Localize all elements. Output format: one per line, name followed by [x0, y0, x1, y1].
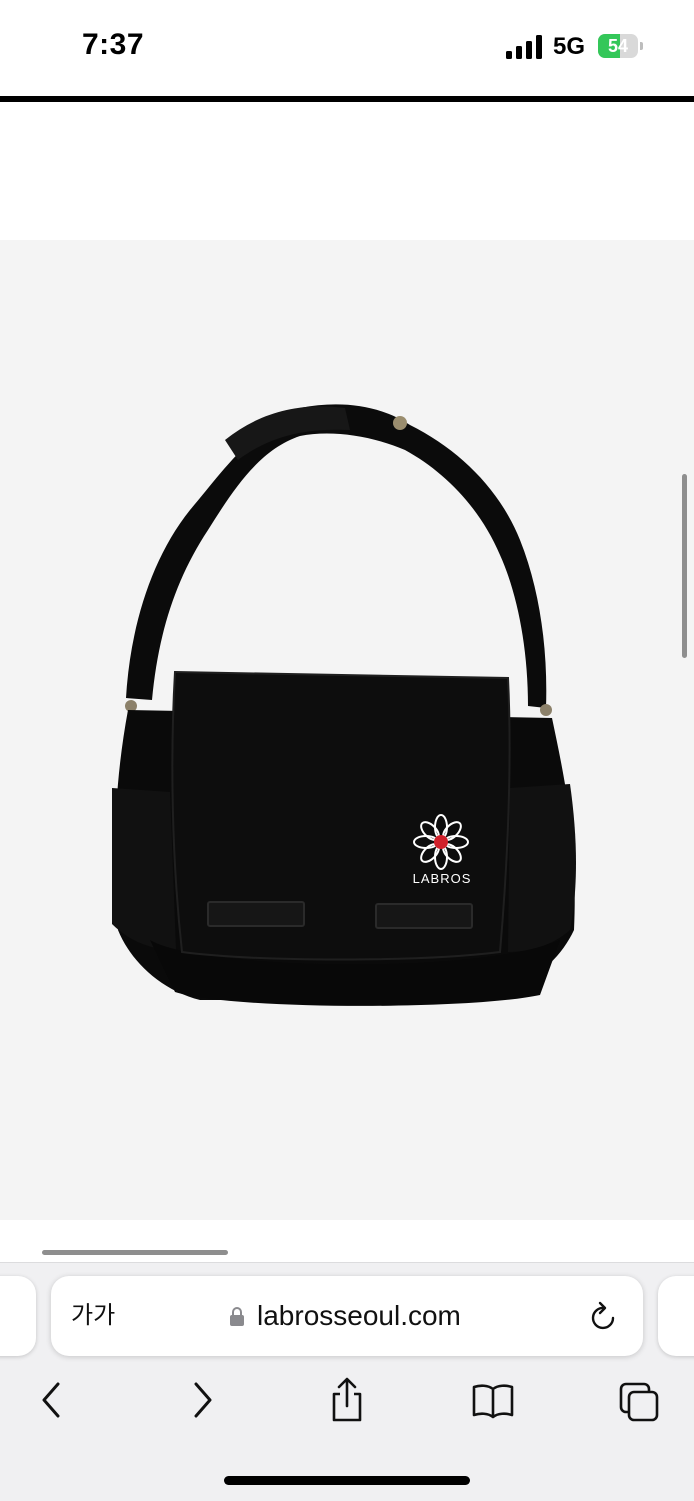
flap-strap-left [207, 901, 305, 927]
status-bar: 7:37 5G 54 [0, 0, 694, 96]
battery-icon: 54 [598, 34, 638, 58]
signal-icon [506, 35, 544, 59]
url-text: labrosseoul.com [257, 1300, 461, 1331]
strap-buckle-top [393, 416, 407, 430]
battery-tip [640, 42, 643, 50]
strap-buckle-right [540, 704, 552, 716]
brand-embroidery: LABROS [413, 871, 472, 886]
product-image: LABROS [112, 404, 576, 1006]
lock-icon [230, 1307, 244, 1326]
vertical-scrollbar[interactable] [682, 474, 687, 658]
bookmarks-icon[interactable] [471, 1374, 515, 1426]
home-indicator [224, 1476, 470, 1485]
url-field[interactable]: labrosseoul.com [229, 1276, 461, 1356]
bag-body [112, 670, 576, 1006]
previous-tab-peek[interactable] [0, 1276, 36, 1356]
back-icon[interactable] [30, 1374, 74, 1426]
bag-strap [126, 404, 547, 708]
address-bar[interactable]: 가가 labrosseoul.com [51, 1276, 643, 1356]
next-tab-peek[interactable] [658, 1276, 694, 1356]
reload-icon[interactable] [589, 1300, 619, 1332]
image-carousel-track [0, 1220, 694, 1262]
product-image-area[interactable]: LABROS [0, 240, 694, 1220]
battery-level: 54 [607, 36, 629, 56]
flap-strap-right [375, 903, 473, 929]
forward-icon[interactable] [180, 1374, 224, 1426]
status-time: 7:37 [82, 28, 145, 61]
image-carousel-indicator[interactable] [42, 1250, 228, 1255]
header-divider [0, 96, 694, 102]
share-icon[interactable] [325, 1374, 369, 1426]
tabs-icon[interactable] [618, 1374, 662, 1426]
network-label: 5G [553, 33, 586, 60]
reader-size-button[interactable]: 가가 [71, 1276, 115, 1356]
